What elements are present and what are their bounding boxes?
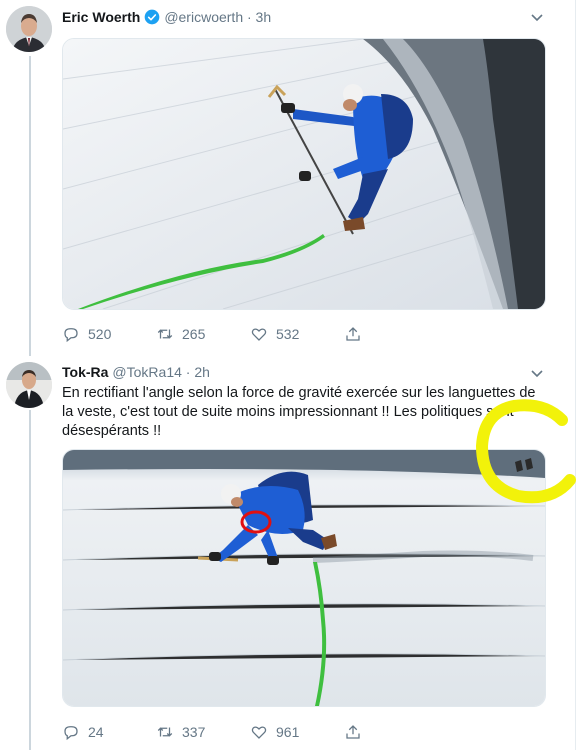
chevron-down-icon[interactable] — [530, 366, 544, 380]
tweet-text: En rectifiant l'angle selon la force de … — [62, 385, 536, 439]
retweet-icon — [157, 329, 173, 339]
thread-line — [29, 56, 31, 356]
retweet-icon — [157, 727, 173, 737]
share-icon — [346, 327, 360, 341]
author-name[interactable]: Eric Woerth — [62, 9, 140, 25]
tweet1-photo[interactable] — [62, 38, 546, 310]
reply-button[interactable]: 24 — [62, 723, 156, 741]
like-count: 532 — [276, 326, 300, 342]
retweet-count: 265 — [182, 326, 206, 342]
reply-icon — [64, 328, 78, 343]
share-button[interactable] — [344, 723, 438, 741]
like-icon — [251, 328, 267, 341]
avatar-eric-woerth[interactable] — [6, 6, 52, 52]
tweet2-actions: 24 337 961 — [62, 723, 438, 741]
yellow-highlight-circle — [475, 399, 576, 504]
author-handle[interactable]: @TokRa14 · 2h — [112, 364, 209, 380]
share-icon — [346, 725, 360, 739]
reply-button[interactable]: 520 — [62, 325, 156, 343]
tweet2-header: Tok-Ra @TokRa14 · 2h — [62, 364, 210, 380]
like-count: 961 — [276, 724, 300, 740]
like-button[interactable]: 532 — [250, 325, 344, 343]
author-handle[interactable]: @ericwoerth · 3h — [164, 9, 271, 25]
like-button[interactable]: 961 — [250, 723, 344, 741]
reply-count: 520 — [88, 326, 112, 342]
tweet1-actions: 520 265 532 — [62, 325, 438, 343]
reply-icon — [64, 726, 78, 741]
tweet1-header: Eric Woerth @ericwoerth · 3h — [62, 9, 271, 25]
retweet-button[interactable]: 265 — [156, 325, 250, 343]
retweet-count: 337 — [182, 724, 206, 740]
reply-count: 24 — [88, 724, 104, 740]
like-icon — [251, 726, 267, 739]
author-name[interactable]: Tok-Ra — [62, 364, 108, 380]
chevron-down-icon[interactable] — [530, 10, 544, 24]
share-button[interactable] — [344, 325, 438, 343]
retweet-button[interactable]: 337 — [156, 723, 250, 741]
verified-badge-icon — [144, 9, 160, 25]
thread-line — [29, 410, 31, 750]
avatar-tok-ra[interactable] — [6, 362, 52, 408]
